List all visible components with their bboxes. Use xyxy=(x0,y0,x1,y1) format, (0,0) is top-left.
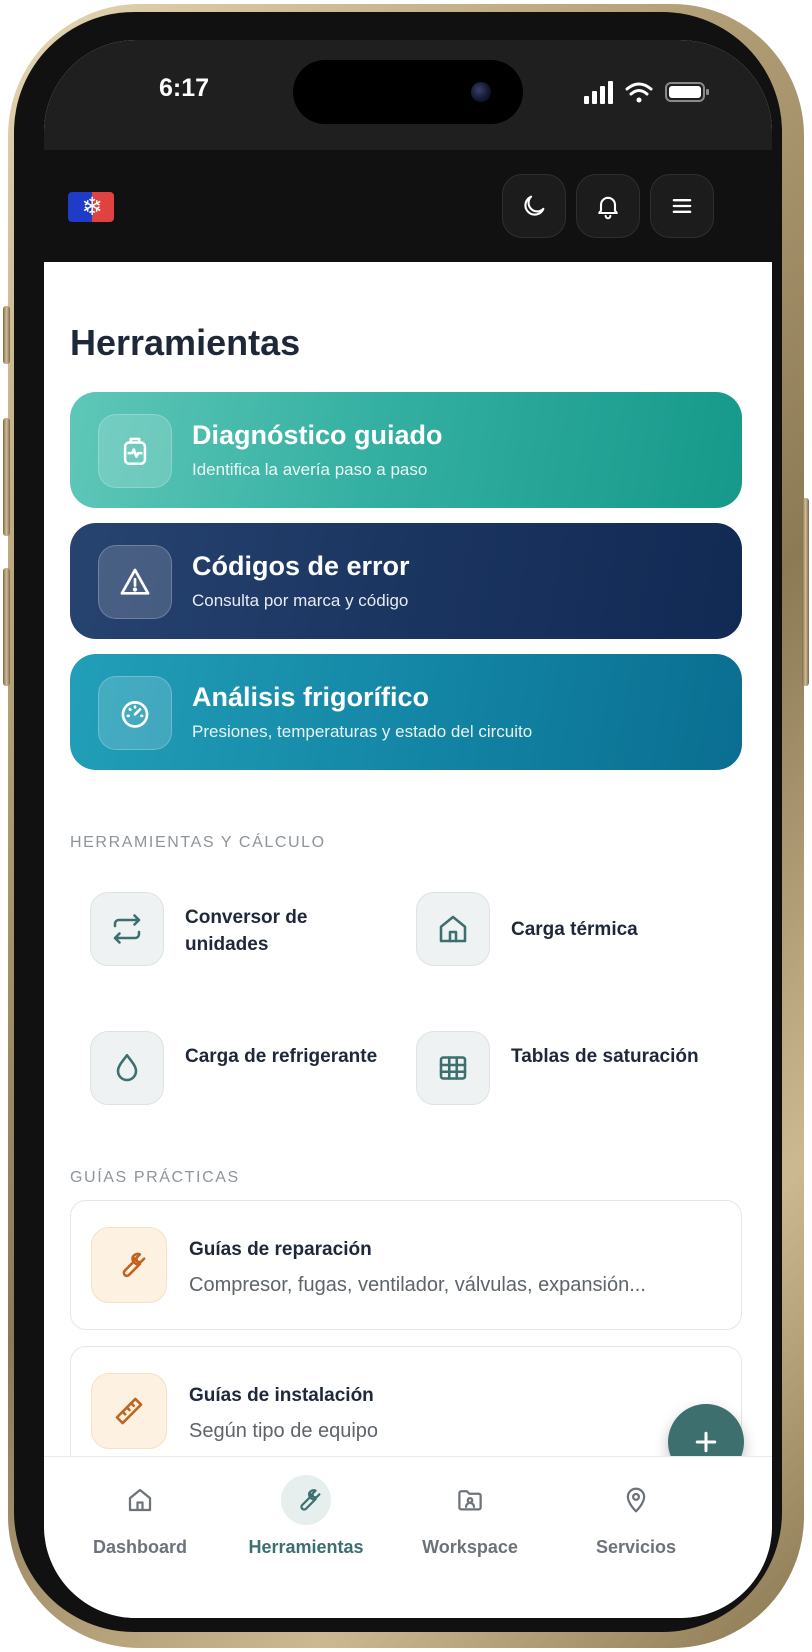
table-grid-icon xyxy=(439,1056,467,1080)
main-content: Herramientas Diagnóstico guiado Identifi… xyxy=(44,262,772,1456)
nav-icon-wrap xyxy=(115,1475,165,1525)
tool-icon-box xyxy=(416,892,490,966)
hero-title: Códigos de error xyxy=(192,551,410,581)
notifications-button[interactable] xyxy=(576,174,640,238)
status-icons xyxy=(584,81,709,104)
plus-icon xyxy=(695,1431,717,1453)
volume-down-button xyxy=(3,568,10,686)
home-icon xyxy=(439,915,467,943)
error-codes-card[interactable]: Códigos de error Consulta por marca y có… xyxy=(70,523,742,639)
nav-item-workspace[interactable]: Workspace xyxy=(384,1457,556,1567)
guide-repair[interactable]: Guías de reparación Compresor, fugas, ve… xyxy=(70,1200,742,1330)
hero-icon-box xyxy=(98,676,172,750)
hero-icon-box xyxy=(98,545,172,619)
folder-user-icon xyxy=(458,1490,482,1511)
dynamic-island xyxy=(293,60,523,124)
tool-label: Conversor de unidades xyxy=(185,907,308,955)
nav-item-servicios[interactable]: Servicios xyxy=(550,1457,722,1567)
nav-item-dashboard[interactable]: Dashboard xyxy=(54,1457,226,1567)
tool-label: Tablas de saturación xyxy=(511,1046,699,1067)
warning-triangle-icon xyxy=(120,568,150,595)
app-header: ❄ xyxy=(44,150,772,262)
home-icon xyxy=(128,1488,152,1512)
tool-icon-box xyxy=(90,1031,164,1105)
guide-installation[interactable]: Guías de instalación Según tipo de equip… xyxy=(70,1346,742,1456)
nav-item-herramientas[interactable]: Herramientas xyxy=(220,1457,392,1567)
tool-refrigerant-charge[interactable]: Carga de refrigerante xyxy=(90,1029,390,1109)
guide-subtitle: Según tipo de equipo xyxy=(189,1420,379,1442)
hero-subtitle: Consulta por marca y código xyxy=(192,591,409,610)
tool-label: Carga de refrigerante xyxy=(185,1046,378,1067)
battery-icon xyxy=(665,82,709,102)
tool-saturation-tables[interactable]: Tablas de saturación xyxy=(416,1029,716,1109)
nav-icon-wrap xyxy=(611,1475,661,1525)
tool-icon-box xyxy=(416,1031,490,1105)
hero-subtitle: Presiones, temperaturas y estado del cir… xyxy=(192,722,533,741)
signal-icon xyxy=(584,81,613,104)
nav-icon-wrap xyxy=(281,1475,331,1525)
wifi-icon xyxy=(625,82,653,103)
guide-title: Guías de instalación xyxy=(189,1385,374,1406)
gauge-icon xyxy=(121,701,149,728)
nav-label: Dashboard xyxy=(92,1537,188,1557)
guides-section-label: GUÍAS PRÁCTICAS xyxy=(70,1169,240,1186)
menu-button[interactable] xyxy=(650,174,714,238)
power-button xyxy=(802,498,809,686)
wrench-icon xyxy=(122,1252,146,1278)
snowflake-flag-logo[interactable]: ❄ xyxy=(68,192,114,222)
refrigeration-analysis-card[interactable]: Análisis frigorífico Presiones, temperat… xyxy=(70,654,742,770)
hero-title: Análisis frigorífico xyxy=(192,682,430,712)
hero-subtitle: Identifica la avería paso a paso xyxy=(192,460,428,479)
guide-title: Guías de reparación xyxy=(189,1239,372,1260)
guide-icon-box xyxy=(91,1373,167,1449)
theme-toggle-button[interactable] xyxy=(502,174,566,238)
guide-subtitle: Compresor, fugas, ventilador, válvulas, … xyxy=(189,1274,646,1296)
bell-icon xyxy=(598,196,618,220)
guided-diagnosis-card[interactable]: Diagnóstico guiado Identifica la avería … xyxy=(70,392,742,508)
nav-icon-wrap xyxy=(445,1475,495,1525)
nav-label: Workspace xyxy=(422,1537,518,1557)
status-time: 6:17 xyxy=(158,74,210,102)
tool-label: Carga térmica xyxy=(511,919,638,940)
wrench-icon xyxy=(300,1489,321,1511)
ruler-icon xyxy=(115,1397,143,1425)
hero-icon-box xyxy=(98,414,172,488)
map-pin-icon xyxy=(626,1487,646,1513)
guide-icon-box xyxy=(91,1227,167,1303)
tool-icon-box xyxy=(90,892,164,966)
nav-label: Servicios xyxy=(595,1537,677,1557)
menu-icon xyxy=(672,199,692,213)
tool-unit-converter[interactable]: Conversor de unidades xyxy=(90,890,390,970)
swap-arrows-icon xyxy=(113,914,141,944)
hero-title: Diagnóstico guiado xyxy=(192,420,443,450)
tools-section-label: HERRAMIENTAS Y CÁLCULO xyxy=(70,834,326,851)
volume-up-button xyxy=(3,418,10,536)
snowflake-icon: ❄ xyxy=(81,193,103,221)
nav-label: Herramientas xyxy=(248,1537,364,1557)
phone-screen: 6:17 ❄ Herramientas Diagnóstico guiado I… xyxy=(44,40,772,1618)
medical-kit-icon xyxy=(123,437,147,466)
tool-thermal-load[interactable]: Carga térmica xyxy=(416,890,716,970)
bottom-nav: Dashboard Herramientas Workspace Servici… xyxy=(44,1456,772,1618)
status-bar: 6:17 xyxy=(44,40,772,150)
page-title: Herramientas xyxy=(70,322,301,363)
camera-icon xyxy=(471,82,491,102)
moon-icon xyxy=(524,195,545,216)
action-button xyxy=(3,306,10,364)
droplet-icon xyxy=(116,1053,138,1082)
